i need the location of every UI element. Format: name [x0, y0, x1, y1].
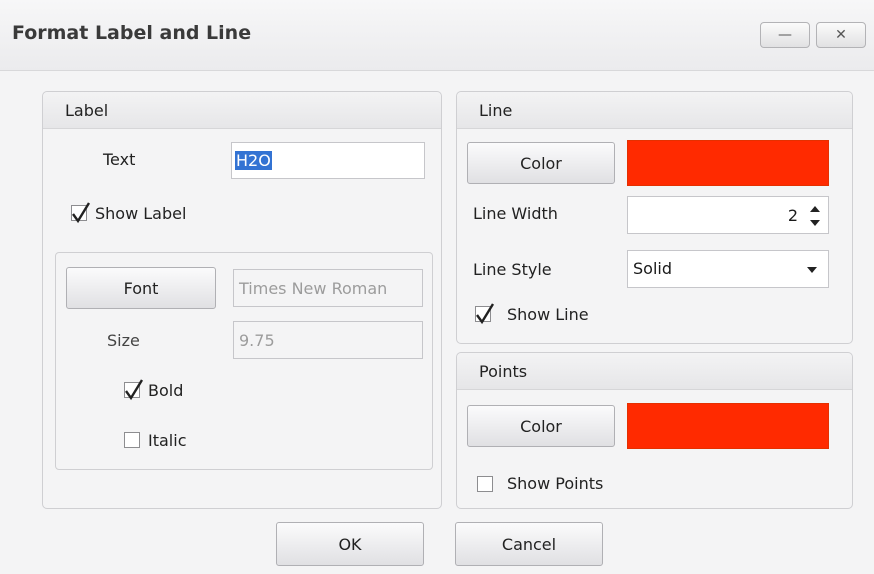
line-width-label: Line Width	[473, 204, 558, 223]
points-group-header: Points	[457, 353, 852, 390]
line-color-button[interactable]: Color	[467, 142, 615, 184]
close-icon: ✕	[835, 27, 847, 43]
format-label-and-line-dialog: Format Label and Line — ✕ Label Text H2O…	[0, 0, 874, 574]
checkmark-icon	[72, 202, 91, 224]
size-label: Size	[107, 331, 140, 350]
dialog-title: Format Label and Line	[12, 22, 252, 44]
italic-label: Italic	[148, 431, 187, 450]
font-button[interactable]: Font	[66, 267, 216, 309]
points-group: Points Color Show Points	[456, 352, 853, 509]
points-group-title: Points	[479, 362, 528, 381]
font-size-field: 9.75	[233, 321, 423, 359]
show-points-checkbox[interactable]	[477, 476, 493, 492]
bold-checkbox[interactable]	[124, 379, 144, 401]
font-settings-group: Font Times New Roman Size 9.75 Bold Ital…	[55, 252, 433, 470]
points-color-swatch[interactable]	[627, 403, 829, 449]
line-width-spinner[interactable]: 2	[627, 196, 829, 234]
font-name-value: Times New Roman	[239, 279, 388, 298]
spin-arrows-icon[interactable]	[808, 204, 822, 228]
chevron-down-icon	[807, 267, 817, 273]
italic-checkbox[interactable]	[124, 432, 140, 448]
points-color-button[interactable]: Color	[467, 405, 615, 447]
line-style-label: Line Style	[473, 260, 552, 279]
checkmark-icon	[476, 303, 495, 325]
show-label-checkbox[interactable]	[71, 202, 91, 224]
line-style-value: Solid	[633, 259, 672, 278]
label-group-title: Label	[65, 101, 109, 120]
line-style-select[interactable]: Solid	[627, 250, 829, 288]
line-color-swatch[interactable]	[627, 140, 829, 186]
show-line-label: Show Line	[507, 305, 589, 324]
show-label-text: Show Label	[95, 204, 187, 223]
show-points-label: Show Points	[507, 474, 604, 493]
minimize-icon: —	[778, 27, 792, 43]
text-label: Text	[103, 150, 136, 169]
line-group: Line Color Line Width 2 Line Style Solid…	[456, 91, 853, 344]
label-text-input[interactable]: H2O	[231, 142, 425, 179]
label-group-header: Label	[43, 92, 441, 129]
font-name-field: Times New Roman	[233, 269, 423, 307]
cancel-button[interactable]: Cancel	[455, 522, 603, 566]
show-line-checkbox[interactable]	[475, 303, 495, 325]
line-width-value: 2	[787, 206, 798, 225]
checkmark-icon	[125, 379, 144, 401]
title-bar: Format Label and Line — ✕	[0, 0, 874, 71]
label-group: Label Text H2O Show Label Font Times New…	[42, 91, 442, 509]
line-group-title: Line	[479, 101, 513, 120]
ok-button[interactable]: OK	[276, 522, 424, 566]
minimize-button[interactable]: —	[760, 22, 810, 48]
label-text-value: H2O	[235, 151, 272, 170]
bold-label: Bold	[148, 381, 184, 400]
font-size-value: 9.75	[239, 331, 275, 350]
line-group-header: Line	[457, 92, 852, 129]
close-button[interactable]: ✕	[816, 22, 866, 48]
